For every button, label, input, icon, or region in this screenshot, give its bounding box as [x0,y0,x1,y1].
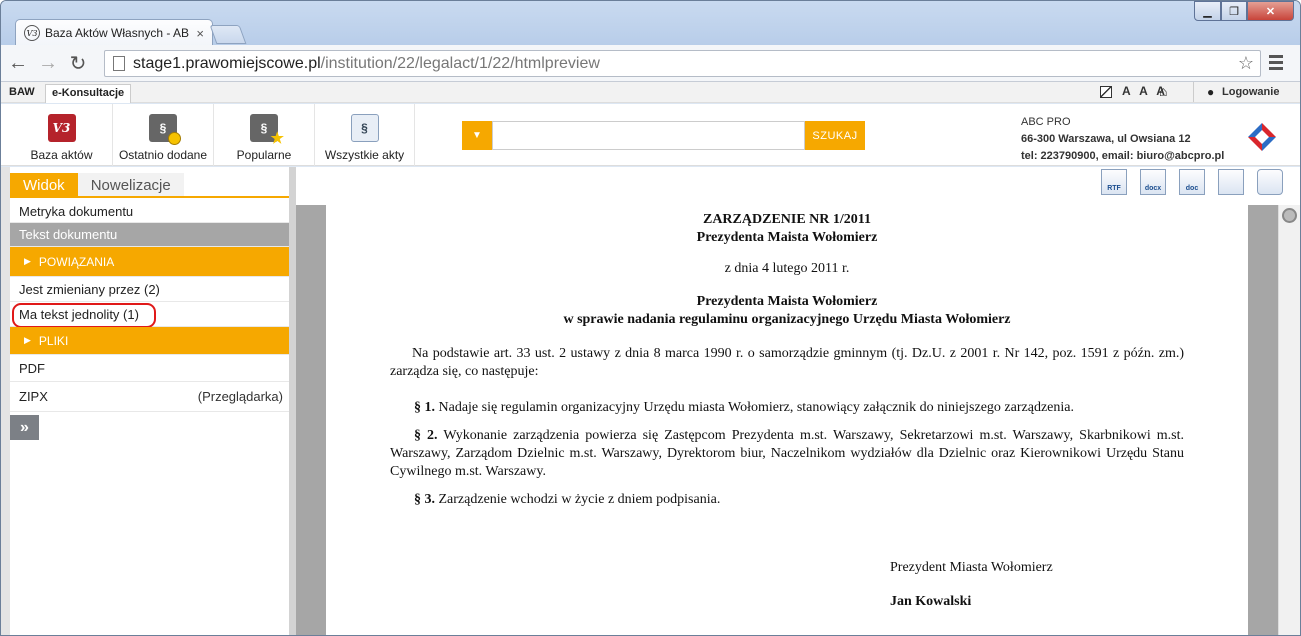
search-input[interactable] [492,121,805,150]
baza-aktow-logo-icon: V3 [47,114,76,142]
nav-wszystkie-akty[interactable]: § Wszystkie akty [315,104,415,166]
nav-label: Popularne [236,148,292,162]
url-path: /institution/22/legalact/1/22/htmlprevie… [320,54,600,72]
signature-title: Prezydent Miasta Wołomierz [890,560,1053,575]
nav-label: Wszystkie akty [324,148,405,162]
scroll-thumb[interactable] [1282,208,1297,223]
zipx-browser-link[interactable]: (Przeglądarka) [198,389,283,404]
p3-text: Zarządzenie wchodzi w życie z dniem podp… [438,492,721,507]
doc-paragraph-2: § 2. Wykonanie zarządzenia powierza się … [390,427,1184,481]
vertical-scrollbar[interactable] [1278,205,1300,635]
address-bar[interactable]: stage1.prawomiejscowe.pl/institution/22/… [104,50,1261,77]
tab-strip: V3 Baza Aktów Własnych - AB × ▁ ❐ ✕ [1,1,1300,46]
doc-subject-issuer: Prezydenta Maista Wołomierz [696,294,878,309]
minimize-button[interactable]: ▁ [1194,1,1221,21]
user-icon: ● [1207,85,1215,99]
pdf-link[interactable]: PDF [10,355,289,382]
page-icon [113,56,125,71]
expand-panel-button[interactable]: » [10,415,39,440]
browser-toolbar: ← → ↻ stage1.prawomiejscowe.pl/instituti… [1,45,1300,82]
site-header: V3 Baza aktów § Ostatnio dodane § ★ Popul… [1,104,1300,166]
favicon-icon: V3 [24,25,40,41]
metryka-dokumentu-link[interactable]: Metryka dokumentu [10,200,289,223]
doc-intro: Na podstawie art. 33 ust. 2 ustawy z dni… [390,346,1184,379]
doc-paragraph-3: § 3. Zarządzenie wchodzi w życie z dniem… [390,491,1184,509]
caret-right-icon: ▶ [24,335,31,345]
site-top-bar: BAW e-Konsultacje A A A ⌂ ● Logowanie [1,82,1300,103]
p1-text: Nadaje się regulamin organizacyjny Urzęd… [438,400,1074,415]
highlight-circle [12,303,156,328]
e-konsultacje-tab[interactable]: e-Konsultacje [45,84,132,103]
document-page: ZARZĄDZENIE NR 1/2011 Prezydenta Maista … [326,205,1248,635]
close-window-button[interactable]: ✕ [1247,1,1294,21]
caret-right-icon: ▶ [24,256,31,266]
zipx-link[interactable]: ZIPX [19,389,48,404]
nav-baza-aktow[interactable]: V3 Baza aktów [11,104,113,166]
nav-ostatnio-dodane[interactable]: § Ostatnio dodane [113,104,214,166]
login-link[interactable]: Logowanie [1222,86,1279,98]
doc-export-icon[interactable]: doc [1179,169,1205,195]
search-button[interactable]: SZUKAJ [805,121,865,150]
powiazania-label: POWIĄZANIA [38,254,115,269]
reload-icon[interactable]: ↻ [65,51,91,76]
tab-nowelizacje[interactable]: Nowelizacje [77,173,184,196]
tekst-dokumentu-link[interactable]: Tekst dokumentu [10,223,289,247]
baw-link[interactable]: BAW [9,86,35,98]
home-icon[interactable]: ⌂ [1159,83,1167,99]
window-controls: ▁ ❐ ✕ [1194,1,1294,21]
company-name: ABC PRO [1021,116,1071,128]
print-icon[interactable] [1257,169,1283,195]
html-export-icon[interactable] [1218,169,1244,195]
divider [1193,82,1194,102]
export-icons: RTF docx doc [1101,169,1283,195]
doc-title: ZARZĄDZENIE NR 1/2011 [702,212,872,227]
nav-popularne[interactable]: § ★ Popularne [214,104,315,166]
rtf-export-icon[interactable]: RTF [1101,169,1127,195]
p3-label: § 3. [414,492,435,507]
jest-zmieniany-link[interactable]: Jest zmieniany przez (2) [10,277,289,302]
company-address: 66-300 Warszawa, ul Owsiana 12 [1021,133,1191,145]
pliki-section[interactable]: ▶ PLIKI [10,327,289,355]
search-dropdown-button[interactable]: ▼ [462,121,492,150]
doc-paragraph-1: § 1. Nadaje się regulamin organizacyjny … [390,399,1184,417]
contrast-icon[interactable] [1100,86,1112,98]
company-contact: tel: 223790900, email: biuro@abcpro.pl [1021,150,1225,162]
browser-tab[interactable]: V3 Baza Aktów Własnych - AB × [15,19,213,46]
p1-label: § 1. [414,400,435,415]
close-tab-icon[interactable]: × [196,26,204,41]
docx-export-icon[interactable]: docx [1140,169,1166,195]
forward-icon[interactable]: → [35,52,61,75]
nav-label: Baza aktów [30,148,93,162]
p2-text: Wykonanie zarządzenia powierza się Zastę… [390,428,1184,479]
doc-issuer: Prezydenta Maista Wołomierz [696,230,878,245]
doc-subject: w sprawie nadania regulaminu organizacyj… [563,312,1011,327]
browser-window: V3 Baza Aktów Własnych - AB × ▁ ❐ ✕ ← → … [0,0,1301,636]
url-host: stage1.prawomiejscowe.pl [133,54,321,72]
all-acts-icon: § [350,114,379,142]
p2-label: § 2. [414,428,438,443]
bookmark-star-icon[interactable]: ☆ [1238,53,1254,74]
company-info: ABC PRO 66-300 Warszawa, ul Owsiana 12 t… [1021,114,1224,165]
pliki-label: PLIKI [38,333,69,348]
tab-title: Baza Aktów Własnych - AB [45,26,190,40]
maximize-button[interactable]: ❐ [1221,1,1247,21]
back-icon[interactable]: ← [5,52,31,75]
signature-name: Jan Kowalski [890,594,972,609]
new-tab-button[interactable] [209,25,247,44]
left-gutter [1,167,10,635]
nav-label: Ostatnio dodane [118,148,208,162]
company-logo-icon [1248,123,1276,151]
zipx-row[interactable]: ZIPX (Przeglądarka) [10,382,289,412]
recently-added-icon: § [149,114,181,145]
menu-icon[interactable] [1269,55,1283,73]
powiazania-section[interactable]: ▶ POWIĄZANIA [10,247,289,277]
panel-splitter[interactable] [289,167,296,635]
doc-date: z dnia 4 lutego 2011 r. [724,261,850,276]
tab-widok[interactable]: Widok [10,173,78,196]
popular-icon: § ★ [250,114,284,147]
view-tabs: Widok Nowelizacje [10,173,289,198]
